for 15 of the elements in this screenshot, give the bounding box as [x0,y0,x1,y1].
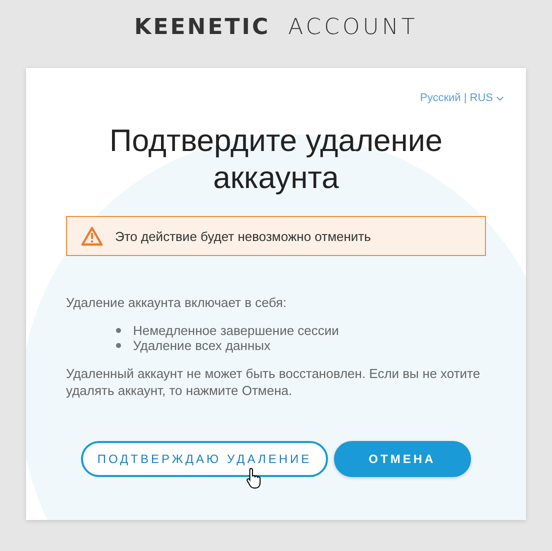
note-text: Удаленный аккаунт не может быть восстановлен. Если вы не хотите удалять аккаунт, то нажмите Отмена. [66,365,482,399]
bullet-icon [116,328,121,333]
confirm-button[interactable]: ПОДТВЕРЖДАЮ УДАЛЕНИЕ [81,441,328,477]
logo-product: ACCOUNT [288,14,418,40]
logo-brand: KEENETIC [134,14,270,40]
list-item: Немедленное завершение сессии [133,323,339,338]
intro-text: Удаление аккаунта включает в себя: [66,294,288,311]
warning-text: Это действие будет невозможно отменить [115,228,371,244]
cancel-button[interactable]: ОТМЕНА [334,441,471,477]
chevron-down-icon [496,96,504,100]
language-selector[interactable]: Русский | RUS [420,92,504,104]
page-title: Подтвердите удаление аккаунта [108,122,444,196]
bullet-icon [116,343,121,348]
list-item: Удаление всех данных [133,338,270,353]
warning-icon [81,226,103,246]
